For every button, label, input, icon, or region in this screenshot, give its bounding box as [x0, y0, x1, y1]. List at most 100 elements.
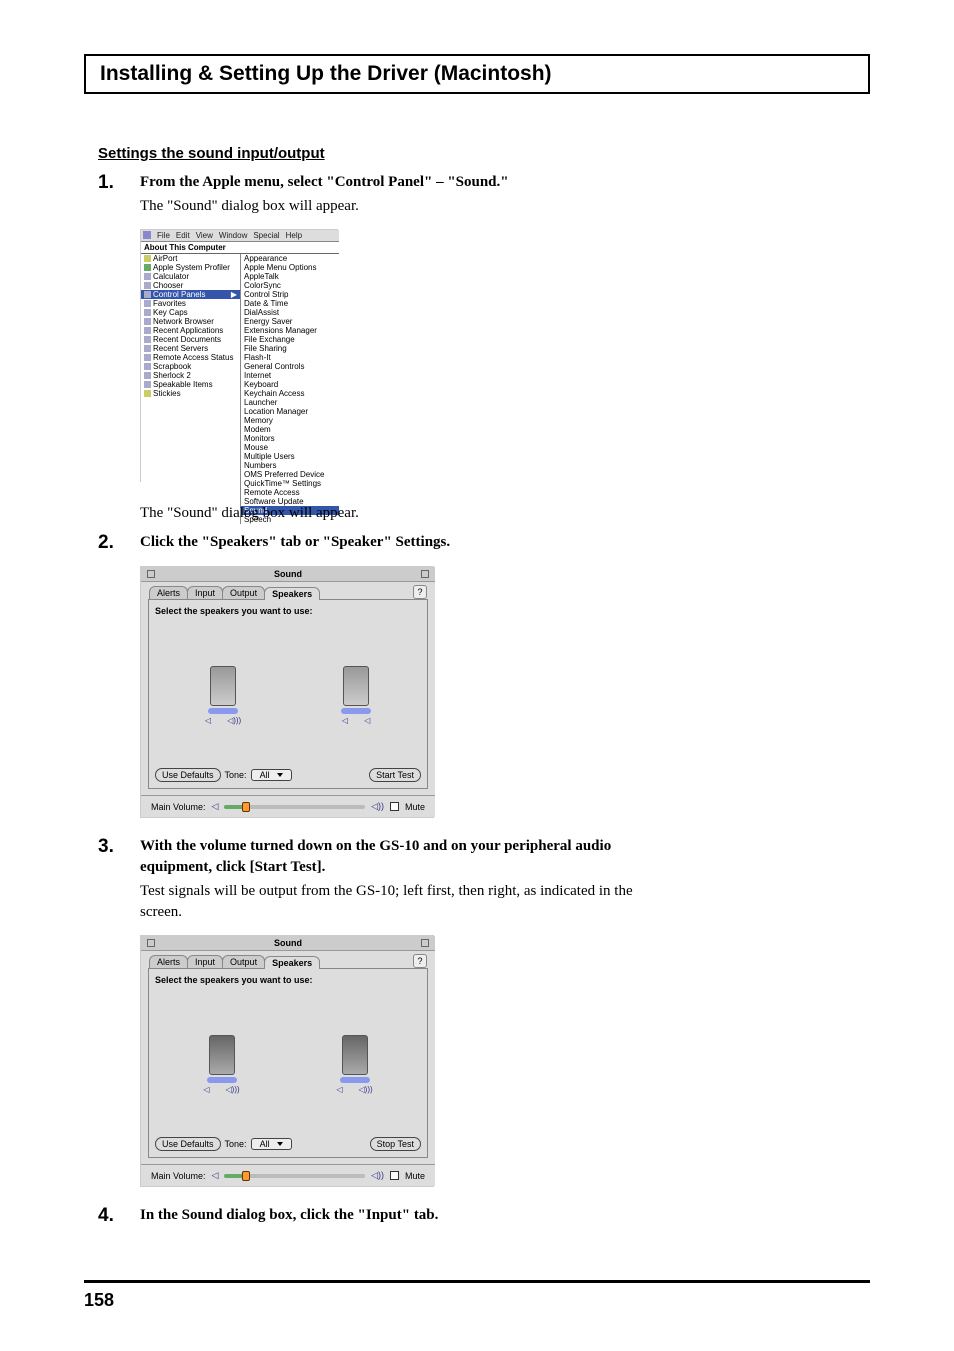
tab-speakers[interactable]: Speakers	[264, 587, 320, 600]
apple-menu-mock: File Edit View Window Special Help About…	[141, 230, 339, 524]
sherlock-icon	[144, 372, 151, 379]
chevron-right-icon: ▶	[231, 290, 237, 299]
mute-checkbox[interactable]	[390, 1171, 399, 1180]
step-note: Test signals will be output from the GS-…	[140, 881, 658, 923]
menu-item: Recent Documents	[141, 335, 240, 344]
zoom-box-icon[interactable]	[421, 939, 429, 947]
menu-help: Help	[286, 231, 302, 240]
help-button[interactable]: ?	[413, 954, 427, 968]
zoom-box-icon[interactable]	[421, 570, 429, 578]
cp-item: Location Manager	[241, 407, 339, 416]
select-speakers-label: Select the speakers you want to use:	[155, 606, 421, 616]
start-test-button[interactable]: Start Test	[369, 768, 421, 782]
cp-item: Appearance	[241, 254, 339, 263]
tone-select[interactable]: All	[251, 1138, 292, 1150]
menu-item: Apple System Profiler	[141, 263, 240, 272]
folder-icon	[144, 300, 151, 307]
speaker-right-playing[interactable]: ◁◁)))	[336, 1035, 372, 1094]
step-number: 2.	[98, 532, 140, 554]
step-4: 4. In the Sound dialog box, click the "I…	[98, 1205, 658, 1227]
dialog-inner: Select the speakers you want to use: ◁◁)…	[148, 599, 428, 789]
main-volume-label: Main Volume:	[151, 1171, 206, 1181]
step-2: 2. Click the "Speakers" tab or "Speaker"…	[98, 532, 658, 554]
help-button[interactable]: ?	[413, 585, 427, 599]
stop-test-button[interactable]: Stop Test	[370, 1137, 421, 1151]
speaker-left-playing[interactable]: ◁◁)))	[203, 1035, 239, 1094]
tab-alerts[interactable]: Alerts	[149, 586, 188, 599]
speaker-icon	[209, 1035, 235, 1075]
tab-input[interactable]: Input	[187, 955, 223, 968]
folder-icon	[144, 381, 151, 388]
speaker-left[interactable]: ◁◁)))	[205, 666, 241, 725]
cp-item: AppleTalk	[241, 272, 339, 281]
menu-view: View	[196, 231, 213, 240]
page-title: Installing & Setting Up the Driver (Maci…	[100, 62, 552, 86]
dialog-titlebar: Sound	[141, 936, 435, 951]
speaker-base-icon	[341, 708, 371, 714]
menu-item: Key Caps	[141, 308, 240, 317]
close-box-icon[interactable]	[147, 570, 155, 578]
apple-icon	[143, 231, 151, 239]
cp-item: Mouse	[241, 443, 339, 452]
speaker-icon	[210, 666, 236, 706]
menu-item: Scrapbook	[141, 362, 240, 371]
folder-icon	[144, 291, 151, 298]
step-number: 3.	[98, 836, 140, 923]
cp-item: General Controls	[241, 362, 339, 371]
menu-body: AirPort Apple System Profiler Calculator…	[141, 254, 339, 524]
apple-menu-left: AirPort Apple System Profiler Calculator…	[141, 254, 241, 524]
tab-output[interactable]: Output	[222, 586, 265, 599]
menu-item: Sherlock 2	[141, 371, 240, 380]
scrapbook-icon	[144, 363, 151, 370]
tab-input[interactable]: Input	[187, 586, 223, 599]
use-defaults-button[interactable]: Use Defaults	[155, 768, 221, 782]
step-body: In the Sound dialog box, click the "Inpu…	[140, 1205, 658, 1227]
content-body: Settings the sound input/output 1. From …	[98, 145, 658, 1235]
sound-dialog: Sound Alerts Input Output Speakers ? Sel…	[141, 567, 435, 817]
main-volume-label: Main Volume:	[151, 802, 206, 812]
step-3: 3. With the volume turned down on the GS…	[98, 836, 658, 923]
step-number: 1.	[98, 172, 140, 217]
close-box-icon[interactable]	[147, 939, 155, 947]
step-note: The "Sound" dialog box will appear.	[140, 503, 658, 524]
speaker-icon	[342, 1035, 368, 1075]
speaker-icon	[343, 666, 369, 706]
dialog-tabs: Alerts Input Output Speakers ?	[141, 582, 435, 599]
volume-slider[interactable]	[224, 805, 365, 809]
footer-rule	[84, 1280, 870, 1283]
mute-label: Mute	[405, 1171, 425, 1181]
step-body: From the Apple menu, select "Control Pan…	[140, 172, 658, 217]
menu-item: Calculator	[141, 272, 240, 281]
folder-icon	[144, 336, 151, 343]
cp-item: Apple Menu Options	[241, 263, 339, 272]
volume-slider[interactable]	[224, 1174, 365, 1178]
step-instruction: In the Sound dialog box, click the "Inpu…	[140, 1205, 658, 1226]
menu-item: Recent Applications	[141, 326, 240, 335]
volume-low-icon: ◁	[212, 801, 219, 812]
use-defaults-button[interactable]: Use Defaults	[155, 1137, 221, 1151]
tab-alerts[interactable]: Alerts	[149, 955, 188, 968]
subheading: Settings the sound input/output	[98, 145, 658, 162]
dialog-bottom-controls: Use Defaults Tone: All Start Test	[155, 766, 421, 782]
step-instruction: Click the "Speakers" tab or "Speaker" Se…	[140, 532, 658, 553]
mute-checkbox[interactable]	[390, 802, 399, 811]
dialog-titlebar: Sound	[141, 567, 435, 582]
folder-icon	[144, 327, 151, 334]
tab-output[interactable]: Output	[222, 955, 265, 968]
speaker-volume-icons: ◁◁)))	[205, 716, 241, 725]
cp-item: Energy Saver	[241, 317, 339, 326]
cp-item: Keyboard	[241, 380, 339, 389]
step-number: 4.	[98, 1205, 140, 1227]
page-number: 158	[84, 1290, 114, 1311]
speaker-right[interactable]: ◁◁	[341, 666, 371, 725]
tone-select[interactable]: All	[251, 769, 292, 781]
step-number-blank	[98, 500, 140, 524]
menu-item: AirPort	[141, 254, 240, 263]
tab-speakers[interactable]: Speakers	[264, 956, 320, 969]
speaker-volume-icons: ◁◁)))	[336, 1085, 372, 1094]
chooser-icon	[144, 282, 151, 289]
speaker-volume-icons: ◁◁	[342, 716, 370, 725]
mute-label: Mute	[405, 802, 425, 812]
cp-item: DialAssist	[241, 308, 339, 317]
step-instruction: From the Apple menu, select "Control Pan…	[140, 172, 658, 193]
